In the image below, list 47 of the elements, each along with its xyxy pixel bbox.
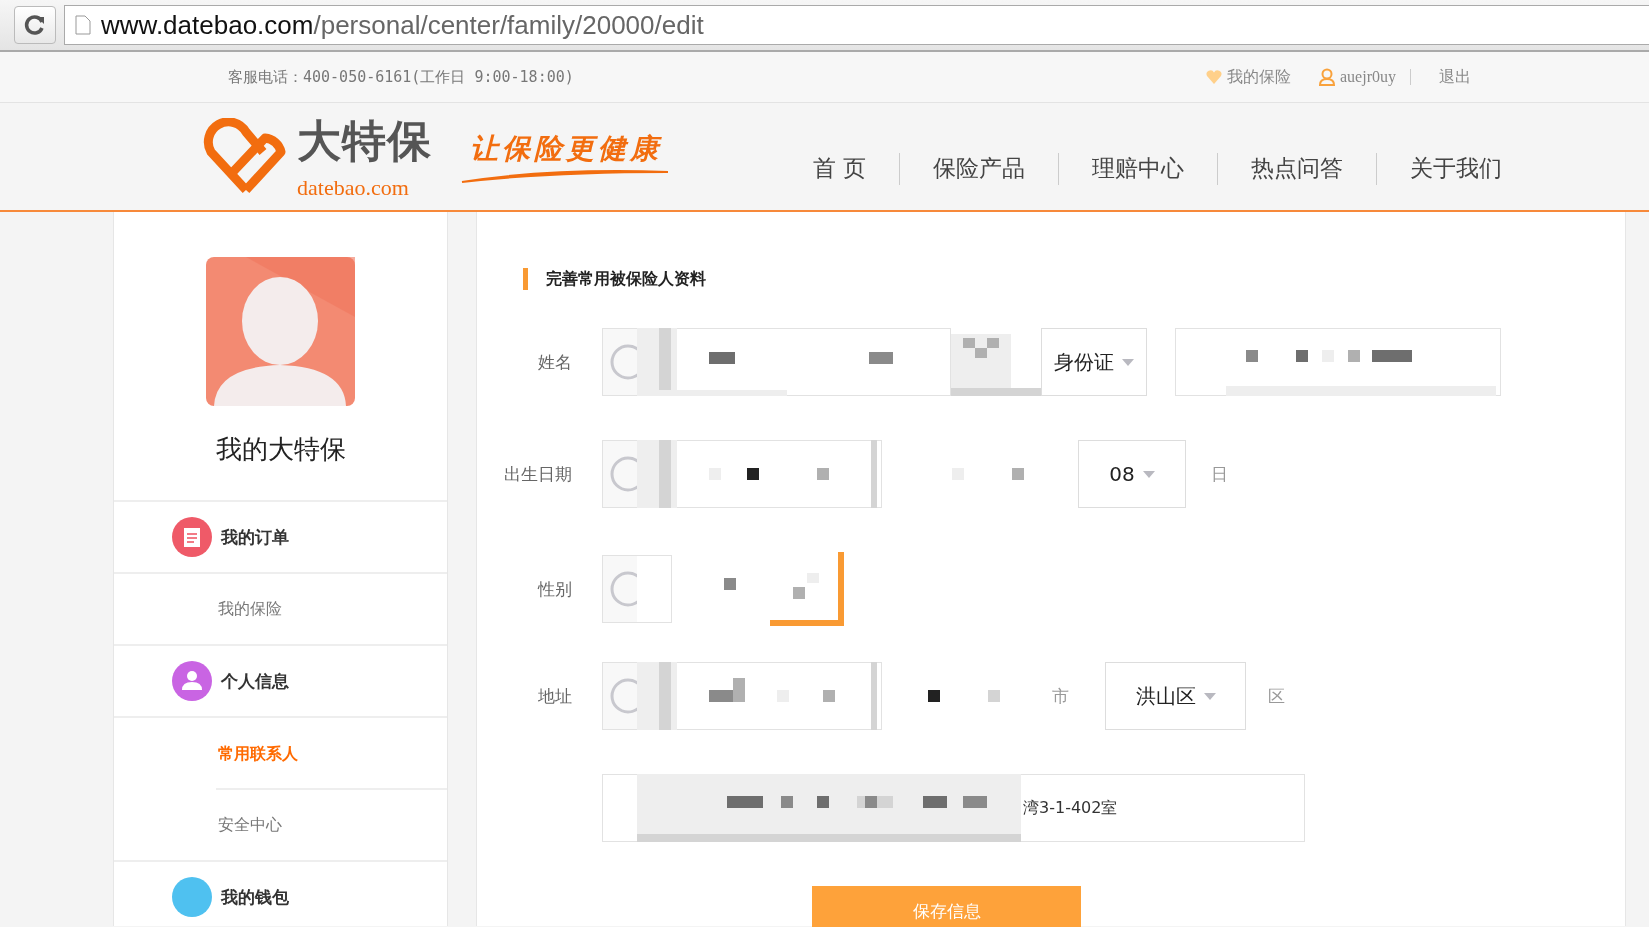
address-text: 湾3-1-402室 — [1023, 797, 1118, 819]
redaction-mosaic — [724, 578, 736, 590]
page-icon — [75, 15, 91, 35]
nav-link[interactable]: 理赔中心 — [1059, 153, 1217, 184]
swoosh-icon — [460, 167, 670, 184]
field-label: 姓名 — [537, 350, 572, 374]
field-label: 性别 — [536, 577, 572, 601]
unit-text: 区 — [1268, 684, 1285, 708]
user-icon — [1319, 68, 1335, 86]
unit-text: 日 — [1211, 462, 1228, 486]
dropdown[interactable]: 洪山区 — [1105, 662, 1246, 730]
menu-group-link[interactable]: 个人信息 — [221, 669, 289, 693]
url-text: www.datebao.com/personal/center/family/20000/edit — [101, 9, 704, 41]
section-title: 完善常用被保险人资料 — [546, 268, 706, 290]
sidebar-title: 我的大特保 — [215, 433, 346, 466]
field-label: 出生日期 — [503, 462, 572, 486]
heart-icon — [1206, 70, 1222, 84]
reload-button[interactable] — [14, 6, 56, 44]
field-label: 地址 — [537, 684, 572, 708]
caret-icon — [1122, 358, 1134, 366]
caret-icon — [1142, 470, 1155, 478]
nav-link[interactable]: 热点问答 — [1218, 153, 1376, 184]
accent-bar — [523, 268, 528, 290]
menu-group-link[interactable]: 我的订单 — [221, 525, 289, 549]
redaction-mosaic — [928, 690, 1000, 702]
nav-link[interactable]: 首 页 — [779, 153, 899, 184]
menu-sub-link[interactable]: 安全中心 — [218, 814, 282, 836]
unit-text: 市 — [1052, 684, 1069, 708]
menu-sub-link[interactable]: 我的保险 — [218, 598, 282, 620]
caret-icon — [1203, 692, 1216, 700]
nav-link[interactable]: 保险产品 — [900, 153, 1058, 184]
reload-icon — [24, 14, 46, 36]
logo-domain: datebao.com — [297, 175, 410, 201]
address-bar[interactable]: www.datebao.com/personal/center/family/20000/edit — [64, 5, 1649, 45]
slogan-text: 让保险更健康 — [470, 130, 662, 167]
dropdown[interactable]: 身份证 — [1041, 328, 1147, 396]
top-link[interactable]: 退出 — [1439, 66, 1471, 88]
address-field[interactable]: 湾3-1-402室 — [602, 774, 1305, 842]
name-field[interactable] — [602, 328, 951, 396]
logo-name: 大特保 — [297, 114, 432, 168]
menu-group-link[interactable]: 我的钱包 — [221, 885, 289, 909]
id-number-field[interactable] — [1175, 328, 1501, 396]
redaction-mosaic — [952, 468, 1024, 480]
nav-link[interactable]: 关于我们 — [1377, 153, 1535, 184]
hotline-text: 客服电话：400-050-6161(工作日 9:00-18:00) — [228, 67, 574, 87]
redaction-mosaic — [793, 573, 819, 599]
dropdown[interactable]: 08 — [1078, 440, 1186, 508]
